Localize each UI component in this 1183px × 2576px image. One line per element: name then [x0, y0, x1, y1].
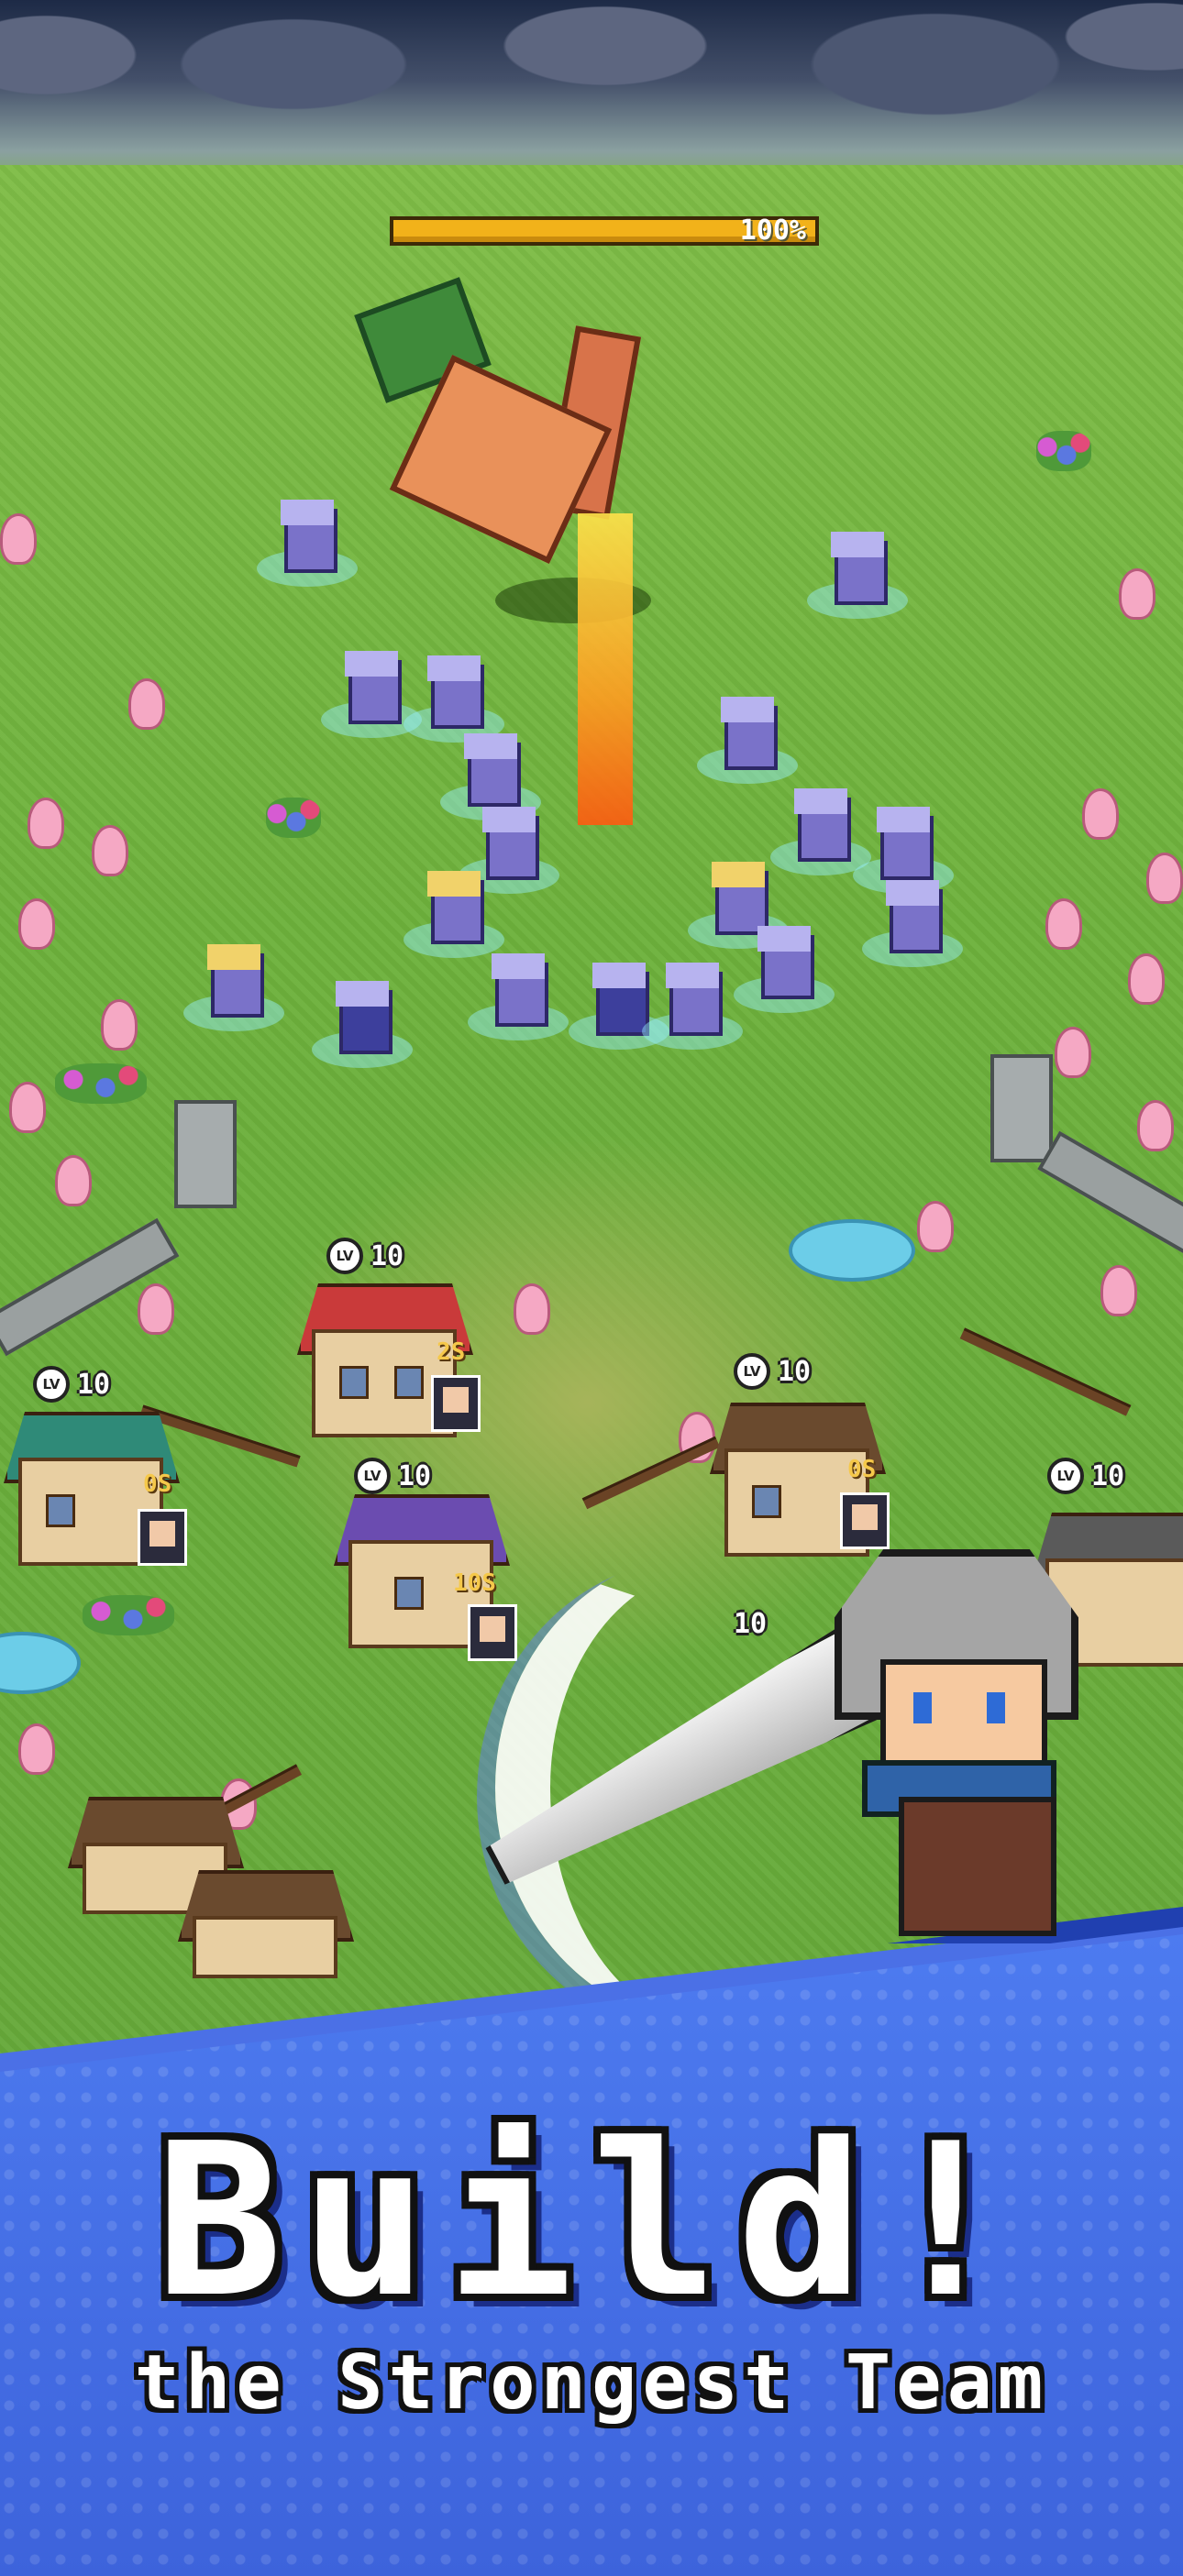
lv-icon: LV: [1047, 1458, 1084, 1494]
building-level: 10: [398, 1459, 432, 1492]
blossom-tree: [101, 999, 138, 1051]
building-window: [394, 1577, 424, 1610]
lv-icon: LV: [326, 1238, 363, 1274]
building-window: [339, 1366, 369, 1399]
boss-hp-bar: 100%: [390, 215, 819, 247]
blossom-tree: [1055, 1027, 1091, 1078]
ally-unit[interactable]: [642, 963, 743, 1050]
building-level-badge: LV 10: [1047, 1458, 1124, 1494]
blossom-tree: [917, 1201, 954, 1252]
ally-unit[interactable]: [257, 500, 358, 587]
stone-tower: [990, 1054, 1053, 1162]
blossom-tree: [55, 1155, 92, 1206]
blossom-tree: [1146, 853, 1183, 904]
build-timer: 0S: [143, 1470, 172, 1498]
flower-bed: [83, 1595, 174, 1635]
blossom-tree: [18, 898, 55, 950]
ally-unit[interactable]: [468, 953, 569, 1040]
boss-hp-percent: 100%: [739, 215, 806, 247]
blossom-tree: [128, 678, 165, 730]
blossom-tree: [1045, 898, 1082, 950]
fire-column: [578, 513, 633, 825]
storm-clouds: [0, 0, 1183, 147]
blossom-tree: [9, 1082, 46, 1133]
flower-bed: [266, 798, 321, 838]
lv-icon: LV: [734, 1353, 770, 1390]
building-level: 10: [370, 1239, 404, 1272]
build-timer: 0S: [847, 1456, 877, 1483]
lv-icon: LV: [354, 1458, 391, 1494]
ally-unit[interactable]: [697, 697, 798, 784]
blossom-tree: [92, 825, 128, 876]
worker-portrait-icon[interactable]: [840, 1492, 890, 1549]
building-level: 10: [77, 1368, 111, 1401]
hero-swordsman-icon: [807, 1549, 1137, 1943]
ally-unit[interactable]: [770, 788, 871, 875]
ally-unit[interactable]: [862, 880, 963, 967]
worker-portrait-icon[interactable]: [138, 1509, 187, 1566]
blossom-tree: [1100, 1265, 1137, 1316]
building-wall: [193, 1916, 337, 1978]
worker-portrait-icon[interactable]: [468, 1604, 517, 1661]
blossom-tree: [1119, 568, 1155, 620]
flower-bed: [1036, 431, 1091, 471]
ally-unit[interactable]: [569, 963, 669, 1050]
blossom-tree: [1082, 788, 1119, 840]
hero-eye: [913, 1692, 932, 1723]
ally-unit[interactable]: [807, 532, 908, 619]
blossom-tree: [28, 798, 64, 849]
promo-subtitle: the Strongest Team: [134, 2339, 1049, 2427]
build-timer: 2S: [437, 1338, 466, 1366]
blossom-tree: [1137, 1100, 1174, 1151]
blossom-tree: [18, 1723, 55, 1775]
building-window: [46, 1494, 75, 1527]
blossom-tree: [1128, 953, 1165, 1005]
ally-unit[interactable]: [459, 807, 559, 894]
ally-unit[interactable]: [404, 871, 504, 958]
hero-eye: [987, 1692, 1005, 1723]
ally-unit[interactable]: [734, 926, 835, 1013]
flower-bed: [55, 1063, 147, 1104]
pond: [789, 1219, 915, 1282]
building-level: 10: [778, 1355, 812, 1388]
blossom-tree: [514, 1283, 550, 1335]
hero-body: [899, 1797, 1056, 1936]
ally-unit[interactable]: [404, 655, 504, 743]
ally-unit[interactable]: [688, 862, 789, 949]
blossom-tree: [0, 513, 37, 565]
building-window: [394, 1366, 424, 1399]
building-window: [752, 1485, 781, 1518]
stone-tower: [174, 1100, 237, 1208]
building-level-badge: LV 10: [734, 1353, 811, 1390]
building-level-badge: LV 10: [326, 1238, 404, 1274]
worker-portrait-icon[interactable]: [431, 1375, 481, 1432]
blossom-tree: [138, 1283, 174, 1335]
promo-title: Build!: [155, 2099, 1028, 2344]
building-level-badge: LV 10: [33, 1366, 110, 1403]
lv-icon: LV: [33, 1366, 70, 1403]
ally-unit[interactable]: [183, 944, 284, 1031]
ally-unit[interactable]: [312, 981, 413, 1068]
cottage-building[interactable]: [178, 1861, 354, 1989]
ally-unit[interactable]: [853, 807, 954, 894]
build-timer: 10S: [453, 1569, 496, 1597]
ally-unit[interactable]: [440, 733, 541, 820]
building-level-badge: LV 10: [354, 1458, 431, 1494]
building-level: 10: [1091, 1459, 1125, 1492]
ally-unit[interactable]: [321, 651, 422, 738]
